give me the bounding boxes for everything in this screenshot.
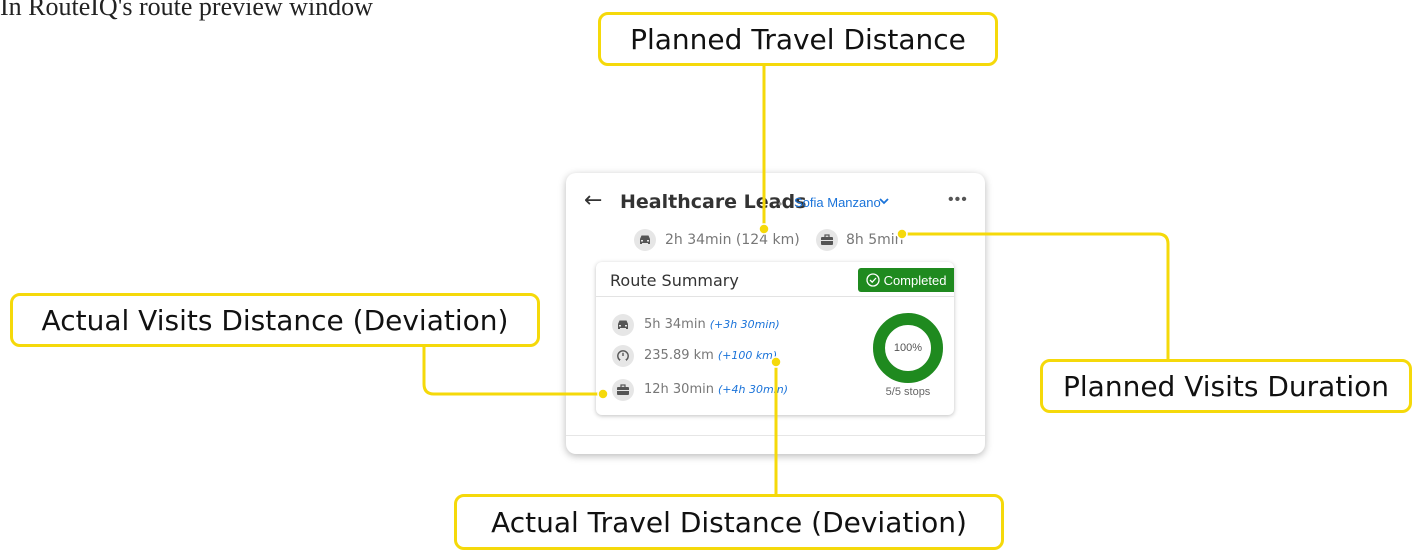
planned-travel-value: 2h 34min (124 km): [665, 232, 800, 248]
stops-count: 5/5 stops: [885, 386, 931, 398]
actual-travel-distance-row: 235.89 km (+100 km): [644, 348, 777, 363]
actual-visits-duration-value: 12h 30min: [644, 382, 714, 397]
car-icon: [612, 314, 634, 336]
assignee-selector[interactable]: Sofia Manzano: [794, 195, 881, 210]
route-summary-header: Route Summary Completed: [596, 262, 954, 297]
separator-dot: •: [778, 197, 783, 211]
chevron-down-icon[interactable]: [878, 195, 890, 210]
caption: In RouteIQ's route preview window: [0, 0, 373, 21]
callout-planned-visits-duration: Planned Visits Duration: [1040, 359, 1412, 413]
status-label: Completed: [883, 272, 947, 288]
divider: [566, 435, 985, 436]
car-icon: [634, 229, 656, 251]
actual-visit-time-value: 5h 34min: [644, 317, 706, 332]
progress-donut: 100%: [872, 312, 944, 384]
arrow-left-icon[interactable]: ←: [584, 187, 602, 215]
check-circle-icon: [865, 273, 880, 287]
actual-travel-distance-value: 235.89 km: [644, 348, 714, 363]
actual-travel-distance-deviation: (+100 km): [717, 349, 778, 362]
briefcase-icon: [612, 379, 634, 401]
more-horizontal-icon[interactable]: •••: [948, 191, 968, 209]
status-badge: Completed: [858, 268, 954, 292]
briefcase-icon: [816, 229, 838, 251]
actual-visit-time-row: 5h 34min (+3h 30min): [644, 317, 780, 332]
callout-actual-travel-distance: Actual Travel Distance (Deviation): [454, 494, 1004, 550]
callout-actual-visits-distance: Actual Visits Distance (Deviation): [10, 293, 540, 347]
callout-planned-travel-distance: Planned Travel Distance: [598, 12, 998, 66]
route-summary-card: Route Summary Completed 5h 34min (+3h 30m…: [596, 262, 954, 415]
progress-label: 100%: [893, 342, 923, 354]
actual-visit-time-deviation: (+3h 30min): [709, 318, 780, 331]
route-summary-title: Route Summary: [610, 271, 739, 290]
route-preview-panel: ← Healthcare Leads • Sofia Manzano ••• 2…: [566, 173, 985, 454]
planned-visits-value: 8h 5min: [846, 232, 904, 248]
speedometer-icon: [612, 345, 634, 367]
actual-visits-duration-deviation: (+4h 30min): [717, 383, 788, 396]
actual-visits-duration-row: 12h 30min (+4h 30min): [644, 382, 788, 397]
